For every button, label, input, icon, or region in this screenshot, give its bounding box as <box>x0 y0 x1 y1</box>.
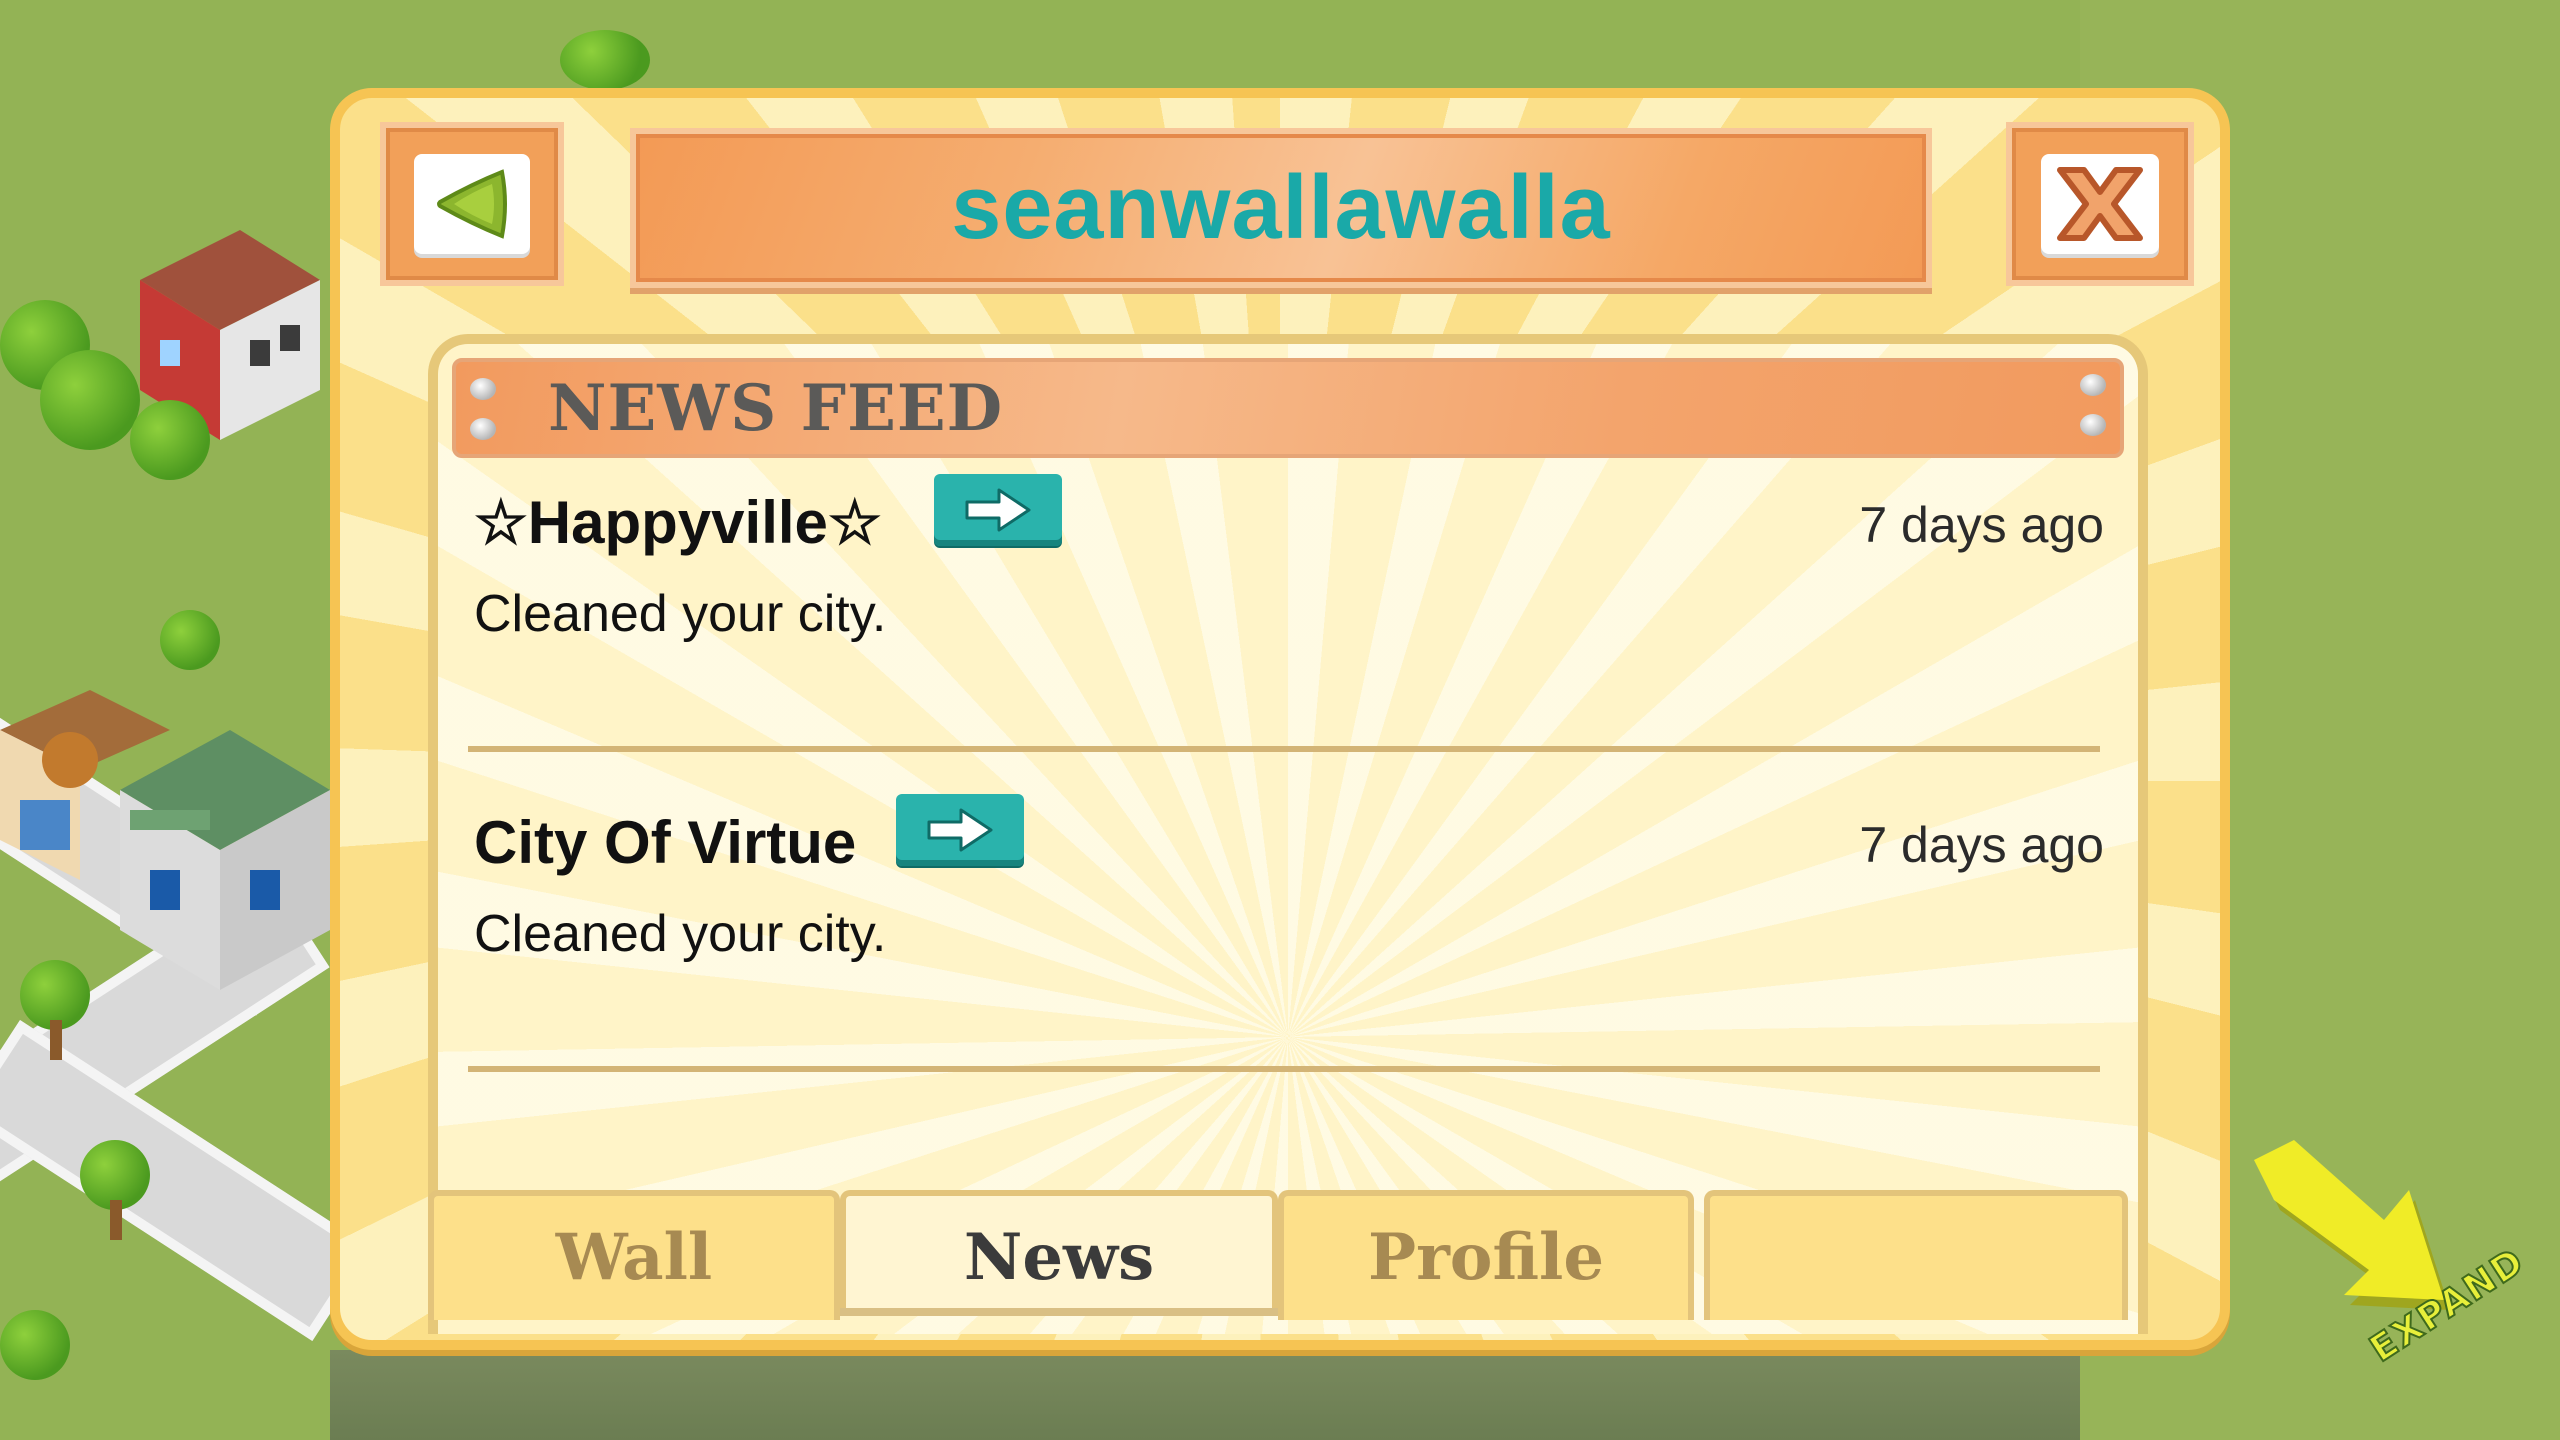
close-x-icon <box>2057 167 2143 241</box>
entry-timestamp: 7 days ago <box>1859 497 2104 553</box>
title-bar: seanwallawalla <box>630 128 1932 288</box>
tree-trunk <box>50 1020 62 1060</box>
tree <box>0 1310 70 1380</box>
rivet-icon <box>2080 414 2106 436</box>
right-arrow-icon <box>965 488 1031 532</box>
entry-divider <box>468 1066 2100 1072</box>
friend-profile-dialog: seanwallawalla NEWS FEED ☆Happyville☆ 7 … <box>330 88 2230 1350</box>
tab-profile[interactable]: Profile <box>1278 1190 1694 1320</box>
news-entry: ☆Happyville☆ 7 days ago Cleaned your cit… <box>468 474 2104 774</box>
news-feed-header: NEWS FEED <box>452 358 2124 458</box>
tree <box>130 400 210 480</box>
tab-empty[interactable] <box>1704 1190 2128 1320</box>
rivet-icon <box>2080 374 2106 396</box>
entry-timestamp: 7 days ago <box>1859 817 2104 873</box>
visit-city-button[interactable] <box>934 474 1062 546</box>
back-button-face <box>414 154 530 254</box>
back-button[interactable] <box>380 122 564 286</box>
city-street-edge <box>330 1350 2080 1440</box>
news-feed-title: NEWS FEED <box>548 370 1004 446</box>
close-button[interactable] <box>2006 122 2194 286</box>
tree-trunk <box>110 1200 122 1240</box>
profile-tabs: Wall Profile News <box>428 1190 2128 1320</box>
username-title: seanwallawalla <box>951 157 1611 258</box>
right-arrow-icon <box>927 808 993 852</box>
entry-divider <box>468 746 2100 752</box>
tree <box>40 350 140 450</box>
entry-city-name: City Of Virtue <box>474 809 857 876</box>
tree <box>560 30 650 90</box>
tab-news[interactable]: News <box>840 1190 1278 1308</box>
road <box>0 1020 373 1342</box>
rivet-icon <box>470 378 496 400</box>
back-arrow-icon <box>437 169 507 239</box>
visit-city-button[interactable] <box>896 794 1024 866</box>
news-panel: NEWS FEED ☆Happyville☆ 7 days ago Cleane… <box>428 334 2148 1334</box>
entry-message: Cleaned your city. <box>474 905 887 963</box>
news-entry: City Of Virtue 7 days ago Cleaned your c… <box>468 794 2104 1094</box>
close-button-face <box>2041 154 2159 254</box>
entry-city-name: ☆Happyville☆ <box>474 489 882 556</box>
entry-message: Cleaned your city. <box>474 585 887 643</box>
rivet-icon <box>470 418 496 440</box>
tree <box>160 610 220 670</box>
tab-wall[interactable]: Wall <box>428 1190 840 1320</box>
cafe-building <box>0 690 170 890</box>
